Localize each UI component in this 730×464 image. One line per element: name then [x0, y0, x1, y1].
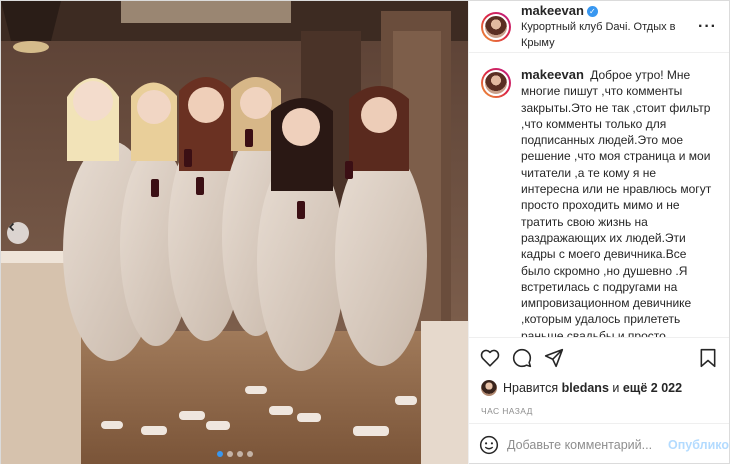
add-comment-bar: Опубликовать: [469, 423, 730, 464]
publish-button[interactable]: Опубликовать: [668, 438, 730, 452]
like-button[interactable]: [479, 347, 501, 369]
caption-text: Доброе утро! Мне многие пишут ,что комме…: [521, 68, 712, 337]
carousel-prev-button[interactable]: [7, 222, 29, 244]
chevron-left-icon: [8, 222, 15, 232]
caption-avatar[interactable]: [481, 68, 511, 98]
post-timestamp[interactable]: час назад: [469, 399, 729, 423]
likes-conjunction: и: [612, 381, 620, 395]
likes-count[interactable]: ещё 2 022: [623, 381, 682, 395]
author-username[interactable]: makeevan: [521, 3, 584, 18]
carousel-indicator: [1, 451, 468, 457]
avatar-image: [483, 70, 509, 96]
post-sidebar: makeevan ✓ Курортный клуб Dачі. Отдых в К…: [468, 1, 730, 464]
caption-text-block: makeevan Доброе утро! Мне многие пишут ,…: [521, 67, 717, 337]
post-header: makeevan ✓ Курортный клуб Dачі. Отдых в К…: [469, 1, 729, 53]
carousel-dot: [216, 451, 223, 457]
heart-icon: [480, 349, 500, 367]
comment-button[interactable]: [511, 347, 533, 369]
liker-username[interactable]: bledans: [562, 381, 609, 395]
author-avatar[interactable]: [481, 11, 511, 42]
carousel-dot: [236, 451, 243, 457]
photo-illustration: [1, 1, 468, 464]
action-bar: [469, 337, 729, 377]
carousel-dot: [226, 451, 233, 457]
verified-badge-icon: ✓: [586, 5, 598, 17]
carousel-dot: [246, 451, 253, 457]
share-icon: [544, 348, 564, 367]
comment-icon: [512, 348, 532, 367]
likes-row: Нравится bledans и ещё 2 022: [469, 377, 729, 399]
comment-input[interactable]: [507, 437, 668, 452]
post-location[interactable]: Курортный клуб Dачі. Отдых в Крыму: [521, 19, 697, 51]
more-options-icon[interactable]: ···: [697, 18, 717, 36]
share-button[interactable]: [543, 347, 565, 369]
post-photo[interactable]: [1, 1, 468, 464]
save-button[interactable]: [697, 347, 719, 369]
avatar-image: [483, 13, 509, 40]
bookmark-icon: [700, 348, 716, 367]
author-info: makeevan ✓ Курортный клуб Dачі. Отдых в К…: [521, 3, 697, 51]
emoji-icon: [479, 435, 499, 454]
caption-username[interactable]: makeevan: [521, 67, 584, 82]
emoji-button[interactable]: [479, 434, 499, 456]
post-container: makeevan ✓ Курортный клуб Dачі. Отдых в К…: [0, 0, 730, 464]
liker-avatar[interactable]: [481, 380, 497, 396]
likes-prefix: Нравится: [503, 381, 559, 395]
caption-section: makeevan Доброе утро! Мне многие пишут ,…: [469, 53, 729, 337]
